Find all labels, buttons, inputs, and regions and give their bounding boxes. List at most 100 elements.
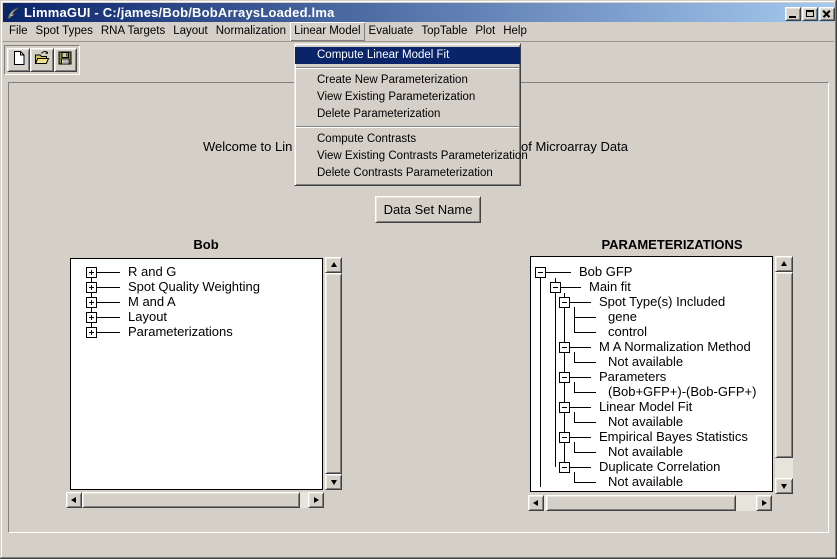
tree-collapse-box[interactable]: [559, 462, 570, 473]
arrow-right-icon: [762, 500, 770, 506]
minimize-icon: [789, 16, 796, 18]
tree-connector-line: [569, 347, 591, 348]
title-bar[interactable]: LimmaGUI - C:/james/Bob/BobArraysLoaded.…: [3, 3, 834, 22]
scroll-thumb[interactable]: [775, 272, 793, 458]
tree-node-layout[interactable]: Layout: [128, 309, 167, 325]
tree-node-r-and-g[interactable]: R and G: [128, 264, 176, 280]
tree-node-spot-quality-weighting[interactable]: Spot Quality Weighting: [128, 279, 260, 295]
data-set-name-button[interactable]: Data Set Name: [375, 196, 481, 223]
tree-node-not-available[interactable]: Not available: [608, 414, 683, 430]
tree-expand-box[interactable]: [86, 327, 97, 338]
tree-node-parameterizations[interactable]: Parameterizations: [128, 324, 233, 340]
tree-expand-box[interactable]: [86, 282, 97, 293]
tree-connector-line: [569, 437, 591, 438]
tree-collapse-box[interactable]: [559, 297, 570, 308]
menubar-item-toptable[interactable]: TopTable: [417, 22, 471, 41]
tree-connector-line: [574, 332, 596, 333]
save-file-button[interactable]: [54, 48, 77, 72]
menu-separator: [296, 67, 519, 69]
scroll-left-button[interactable]: [528, 495, 544, 511]
arrow-down-icon: [781, 484, 787, 492]
scroll-thumb[interactable]: [82, 492, 300, 508]
tree-node-spot-type-s-included[interactable]: Spot Type(s) Included: [599, 294, 725, 310]
open-file-button[interactable]: [30, 48, 53, 72]
tree-connector-line: [574, 362, 596, 363]
maximize-button[interactable]: [802, 7, 818, 21]
parameterizations-hscrollbar[interactable]: [528, 495, 772, 511]
tree-collapse-box[interactable]: [550, 282, 561, 293]
app-feather-icon: [6, 6, 20, 20]
tree-node-not-available[interactable]: Not available: [608, 444, 683, 460]
tree-node-gene[interactable]: gene: [608, 309, 637, 325]
scroll-down-button[interactable]: [325, 474, 342, 490]
close-button[interactable]: [819, 7, 835, 21]
tree-expand-box[interactable]: [86, 267, 97, 278]
tree-expand-box[interactable]: [86, 312, 97, 323]
tree-connector-line: [574, 392, 596, 393]
menu-separator: [296, 126, 519, 128]
tree-collapse-box[interactable]: [559, 402, 570, 413]
parameterizations-tree-canvas[interactable]: Bob GFPMain fitSpot Type(s) Includedgene…: [530, 256, 773, 492]
arrow-right-icon: [314, 497, 322, 503]
tree-collapse-box[interactable]: [535, 267, 546, 278]
tree-node-control[interactable]: control: [608, 324, 647, 340]
welcome-text-left: Welcome to Lin: [203, 139, 292, 154]
scroll-down-button[interactable]: [775, 478, 793, 494]
menu-item-view-existing-contrasts-parameterization[interactable]: View Existing Contrasts Parameterization: [295, 148, 520, 165]
tree-connector-line: [555, 278, 556, 467]
minimize-button[interactable]: [785, 7, 801, 21]
tree-connector-line: [540, 278, 541, 487]
tree-connector-line: [574, 382, 575, 392]
bob-tree-hscrollbar[interactable]: [66, 492, 324, 508]
tree-node-empirical-bayes-statistics[interactable]: Empirical Bayes Statistics: [599, 429, 748, 445]
scroll-up-button[interactable]: [325, 257, 342, 273]
menubar-item-plot[interactable]: Plot: [471, 22, 499, 41]
scroll-right-button[interactable]: [756, 495, 772, 511]
tree-collapse-box[interactable]: [559, 432, 570, 443]
bob-tree-vscrollbar[interactable]: [325, 257, 342, 490]
tree-collapse-box[interactable]: [559, 342, 570, 353]
arrow-left-icon: [530, 500, 538, 506]
tree-collapse-box[interactable]: [559, 372, 570, 383]
tree-node-m-a-normalization-method[interactable]: M A Normalization Method: [599, 339, 751, 355]
scroll-up-button[interactable]: [775, 256, 793, 272]
tree-node-bob-gfp[interactable]: Bob GFP: [579, 264, 632, 280]
menu-item-compute-linear-model-fit[interactable]: Compute Linear Model Fit: [295, 47, 520, 64]
bob-tree-canvas[interactable]: R and GSpot Quality WeightingM and ALayo…: [70, 258, 323, 490]
tree-expand-box[interactable]: [86, 297, 97, 308]
tree-connector-line: [560, 287, 581, 288]
parameterizations-vscrollbar[interactable]: [775, 256, 793, 494]
menu-item-create-new-parameterization[interactable]: Create New Parameterization: [295, 72, 520, 89]
tree-connector-line: [96, 302, 120, 303]
menu-item-delete-parameterization[interactable]: Delete Parameterization: [295, 106, 520, 123]
tree-node-main-fit[interactable]: Main fit: [589, 279, 631, 295]
tree-connector-line: [574, 352, 575, 362]
scroll-right-button[interactable]: [308, 492, 324, 508]
menubar-item-layout[interactable]: Layout: [169, 22, 212, 41]
tree-node-not-available[interactable]: Not available: [608, 474, 683, 490]
scroll-left-button[interactable]: [66, 492, 82, 508]
scroll-thumb[interactable]: [325, 273, 342, 474]
tree-node-not-available[interactable]: Not available: [608, 354, 683, 370]
arrow-left-icon: [68, 497, 76, 503]
menubar-item-linear-model[interactable]: Linear Model: [290, 22, 364, 41]
toolbar: [4, 45, 80, 75]
menubar-item-spot-types[interactable]: Spot Types: [32, 22, 97, 41]
maximize-icon: [806, 10, 814, 17]
menubar-item-evaluate[interactable]: Evaluate: [365, 22, 418, 41]
menubar-item-help[interactable]: Help: [499, 22, 531, 41]
tree-connector-line: [96, 332, 120, 333]
menubar-item-rna-targets[interactable]: RNA Targets: [97, 22, 169, 41]
menu-item-view-existing-parameterization[interactable]: View Existing Parameterization: [295, 89, 520, 106]
tree-node-parameters[interactable]: Parameters: [599, 369, 666, 385]
tree-node-duplicate-correlation[interactable]: Duplicate Correlation: [599, 459, 720, 475]
menu-item-compute-contrasts[interactable]: Compute Contrasts: [295, 131, 520, 148]
tree-node-linear-model-fit[interactable]: Linear Model Fit: [599, 399, 692, 415]
scroll-thumb[interactable]: [546, 495, 736, 511]
menubar-item-normalization[interactable]: Normalization: [212, 22, 290, 41]
new-file-button[interactable]: [7, 48, 30, 72]
tree-node-bob-gfp-bob-gfp[interactable]: (Bob+GFP+)-(Bob-GFP+): [608, 384, 756, 400]
menu-item-delete-contrasts-parameterization[interactable]: Delete Contrasts Parameterization: [295, 165, 520, 182]
menubar-item-file[interactable]: File: [5, 22, 32, 41]
tree-node-m-and-a[interactable]: M and A: [128, 294, 176, 310]
